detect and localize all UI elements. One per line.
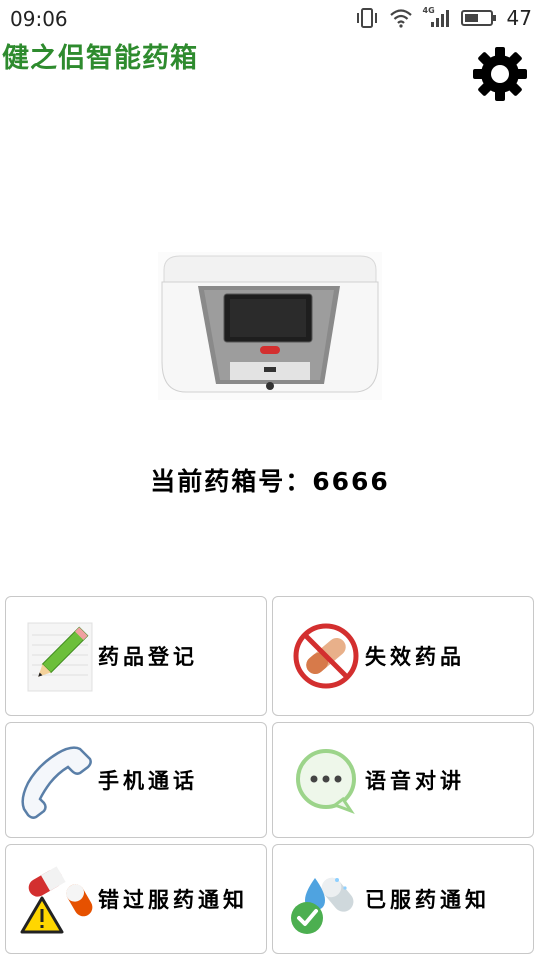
- warning-pills-icon: [20, 866, 93, 934]
- settings-gear-icon[interactable]: [470, 44, 530, 104]
- medicine-register-label: 药品登记: [98, 645, 198, 669]
- missed-medicine-notice-label: 错过服药通知: [98, 888, 248, 912]
- phone-call-label: 手机通话: [98, 769, 198, 793]
- taken-medicine-notice-label: 已服药通知: [365, 888, 490, 912]
- app-title: 健之侣智能药箱: [2, 43, 198, 74]
- battery-icon: [460, 10, 496, 26]
- status-icons: 4G 47: [355, 6, 532, 30]
- pencil-notepad-icon: [27, 622, 93, 692]
- taken-medicine-notice-button[interactable]: 已服药通知: [272, 844, 534, 954]
- status-bar: 09:06 4G 47: [0, 0, 540, 38]
- voice-intercom-button[interactable]: 语音对讲: [272, 722, 534, 838]
- medicine-box-image: [158, 252, 382, 400]
- vibrate-icon: [356, 8, 377, 28]
- signal-icon: 4G: [423, 6, 451, 29]
- phone-handset-icon: [21, 746, 92, 819]
- expired-medicine-label: 失效药品: [365, 645, 465, 669]
- missed-medicine-notice-button[interactable]: 错过服药通知: [5, 844, 267, 954]
- chat-bubble-icon: [296, 749, 356, 815]
- current-box-number: 当前药箱号：6666: [150, 467, 390, 496]
- battery-level: 47: [506, 6, 532, 30]
- voice-intercom-label: 语音对讲: [365, 769, 465, 793]
- no-capsule-icon: [293, 623, 359, 689]
- phone-call-button[interactable]: 手机通话: [5, 722, 267, 838]
- wifi-icon: [389, 9, 412, 28]
- status-time: 09:06: [10, 7, 68, 31]
- expired-medicine-button[interactable]: 失效药品: [272, 596, 534, 716]
- check-pills-icon: [291, 877, 354, 934]
- medicine-register-button[interactable]: 药品登记: [5, 596, 267, 716]
